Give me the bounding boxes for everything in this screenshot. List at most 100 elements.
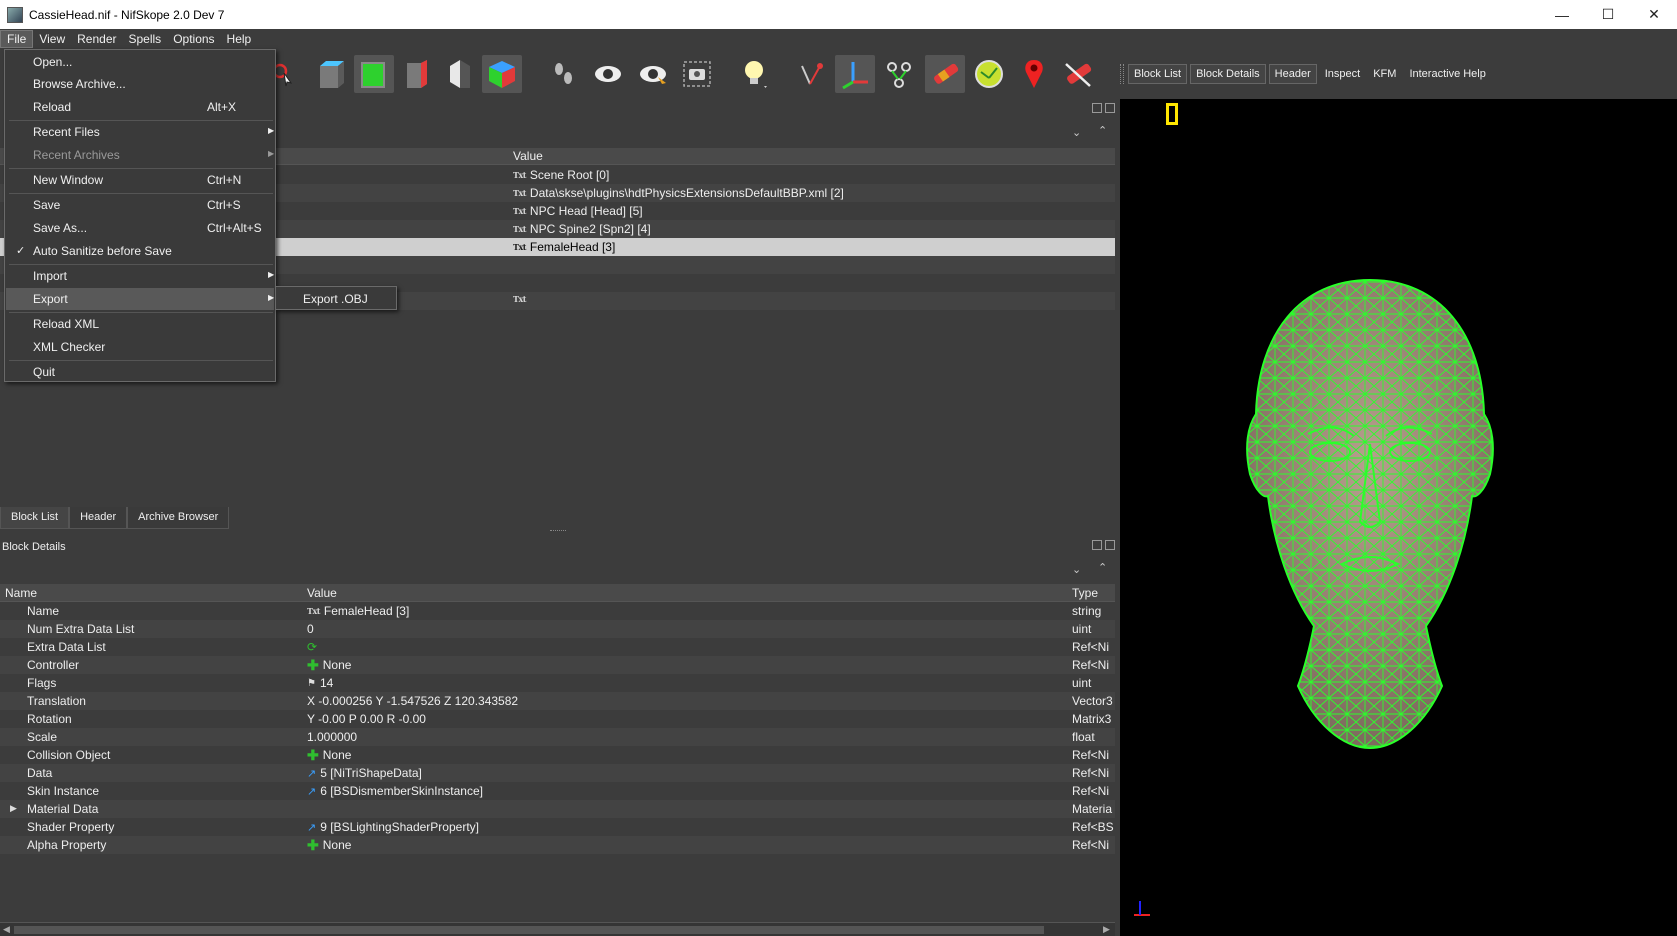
row-value[interactable]: 14 xyxy=(320,676,333,690)
dock-splitter[interactable] xyxy=(550,530,566,532)
add-link-icon[interactable]: ✚ xyxy=(307,658,319,672)
menu-item-auto-sanitize[interactable]: ✓ Auto Sanitize before Save xyxy=(6,240,274,262)
scroll-left-icon[interactable]: ◀ xyxy=(3,924,10,935)
render-viewport[interactable] xyxy=(1120,99,1677,936)
row-value[interactable]: 0 xyxy=(307,622,314,636)
row-value[interactable]: None xyxy=(323,748,352,762)
hide-collision-icon[interactable] xyxy=(1058,55,1098,93)
walk-footsteps-icon[interactable] xyxy=(544,55,584,93)
name-column-header[interactable]: Name xyxy=(5,586,37,600)
table-row[interactable]: Extra Data List ⟳ Ref<Ni xyxy=(0,638,1115,656)
lighting-bulb-icon[interactable] xyxy=(735,55,775,93)
tab-block-list[interactable]: Block List xyxy=(0,507,70,529)
link-ref-icon[interactable]: ↗ xyxy=(307,767,316,780)
table-row[interactable]: Collision Object ✚ None Ref<Ni xyxy=(0,746,1115,764)
tab-archive-browser[interactable]: Archive Browser xyxy=(127,507,230,529)
row-value[interactable]: FemaleHead [3] xyxy=(324,604,409,618)
expand-row-icon[interactable]: ▶ xyxy=(10,803,17,814)
toggle-block-details[interactable]: Block Details xyxy=(1190,64,1266,84)
screenshot-camera-icon[interactable] xyxy=(677,55,717,93)
nodes-icon[interactable] xyxy=(879,55,919,93)
view-top-icon[interactable] xyxy=(312,55,352,93)
menu-view[interactable]: View xyxy=(33,30,71,48)
table-row[interactable]: Num Extra Data List 0 uint xyxy=(0,620,1115,638)
menu-item-export[interactable]: Export ▶ xyxy=(6,288,274,310)
add-link-icon[interactable]: ✚ xyxy=(307,838,319,852)
hide-eye-icon[interactable] xyxy=(633,55,673,93)
menu-item-reload-xml[interactable]: Reload XML xyxy=(6,313,274,335)
menu-item-quit[interactable]: Quit xyxy=(6,361,274,383)
maximize-button[interactable]: ☐ xyxy=(1585,0,1631,29)
table-row[interactable]: Shader Property ↗ 9 [BSLightingShaderProp… xyxy=(0,818,1115,836)
menu-item-save[interactable]: Save Ctrl+S xyxy=(6,194,274,216)
menu-file[interactable]: File xyxy=(0,30,34,48)
expand-all-icon[interactable]: ⌃ xyxy=(1098,124,1107,137)
table-row[interactable]: Alpha Property ✚ None Ref<Ni xyxy=(0,836,1115,854)
menu-item-recent-files[interactable]: Recent Files ▶ xyxy=(6,121,274,143)
axes-icon[interactable] xyxy=(835,55,875,93)
collision-stick-icon[interactable] xyxy=(925,55,965,93)
row-value[interactable]: None xyxy=(323,838,352,852)
table-row[interactable]: Controller ✚ None Ref<Ni xyxy=(0,656,1115,674)
menu-item-open[interactable]: Open... xyxy=(6,51,274,73)
menu-help[interactable]: Help xyxy=(221,30,258,48)
menu-item-import[interactable]: Import ▶ xyxy=(6,265,274,287)
row-value[interactable]: 6 [BSDismemberSkinInstance] xyxy=(320,784,483,798)
close-dock-icon[interactable] xyxy=(1105,103,1115,113)
toggle-block-list[interactable]: Block List xyxy=(1128,64,1188,84)
toolbar-grip[interactable] xyxy=(1120,64,1124,84)
float-dock-icon[interactable] xyxy=(1092,103,1102,113)
table-row[interactable]: Flags ⚑ 14 uint xyxy=(0,674,1115,692)
menu-render[interactable]: Render xyxy=(71,30,122,48)
value-column-header[interactable]: Value xyxy=(307,586,337,600)
row-value[interactable]: None xyxy=(323,658,352,672)
expand-all-icon[interactable]: ⌃ xyxy=(1098,561,1107,574)
row-value[interactable]: X -0.000256 Y -1.547526 Z 120.343582 xyxy=(307,694,518,708)
float-dock-icon[interactable] xyxy=(1092,540,1102,550)
close-button[interactable]: ✕ xyxy=(1631,0,1677,29)
table-row[interactable]: Rotation Y -0.00 P 0.00 R -0.00 Matrix3 xyxy=(0,710,1115,728)
show-eye-icon[interactable] xyxy=(588,55,628,93)
scrollbar-thumb[interactable] xyxy=(14,926,1044,934)
menu-spells[interactable]: Spells xyxy=(123,30,168,48)
type-column-header[interactable]: Type xyxy=(1072,586,1098,600)
view-walk-cube-icon[interactable] xyxy=(482,55,522,93)
view-front-icon[interactable] xyxy=(354,55,394,93)
table-row[interactable]: ▶ Material Data Materia xyxy=(0,800,1115,818)
toggle-header[interactable]: Header xyxy=(1268,64,1317,84)
constraint-disc-icon[interactable] xyxy=(969,55,1009,93)
close-dock-icon[interactable] xyxy=(1105,540,1115,550)
table-row[interactable]: Name Txt FemaleHead [3] string xyxy=(0,602,1115,620)
table-row[interactable]: Scale 1.000000 float xyxy=(0,728,1115,746)
toggle-interactive-help[interactable]: Interactive Help xyxy=(1404,65,1490,83)
link-ref-icon[interactable]: ↗ xyxy=(307,821,316,834)
menu-item-save-as[interactable]: Save As... Ctrl+Alt+S xyxy=(6,217,274,239)
menu-item-xml-checker[interactable]: XML Checker xyxy=(6,336,274,358)
vertex-pin-icon[interactable] xyxy=(790,55,830,93)
link-ref-icon[interactable]: ↗ xyxy=(307,785,316,798)
collapse-all-icon[interactable]: ⌄ xyxy=(1072,563,1081,576)
array-update-icon[interactable]: ⟳ xyxy=(307,640,317,654)
row-value[interactable]: 9 [BSLightingShaderProperty] xyxy=(320,820,479,834)
view-user-icon[interactable] xyxy=(440,55,480,93)
row-value[interactable]: 5 [NiTriShapeData] xyxy=(320,766,422,780)
table-row[interactable]: Translation X -0.000256 Y -1.547526 Z 12… xyxy=(0,692,1115,710)
row-value[interactable]: 1.000000 xyxy=(307,730,357,744)
view-side-icon[interactable] xyxy=(397,55,437,93)
row-value[interactable]: Y -0.00 P 0.00 R -0.00 xyxy=(307,712,426,726)
menu-item-new-window[interactable]: New Window Ctrl+N xyxy=(6,169,274,191)
flag-icon[interactable]: ⚑ xyxy=(307,678,316,689)
value-column-header[interactable]: Value xyxy=(513,149,543,163)
collapse-all-icon[interactable]: ⌄ xyxy=(1072,126,1081,139)
menu-item-reload[interactable]: Reload Alt+X xyxy=(6,96,274,118)
menu-item-export-obj[interactable]: Export .OBJ xyxy=(303,292,368,306)
scroll-right-icon[interactable]: ▶ xyxy=(1103,924,1110,935)
menu-options[interactable]: Options xyxy=(167,30,220,48)
marker-pin-icon[interactable] xyxy=(1014,55,1054,93)
toggle-kfm[interactable]: KFM xyxy=(1368,65,1401,83)
menu-item-browse-archive[interactable]: Browse Archive... xyxy=(6,73,274,95)
add-link-icon[interactable]: ✚ xyxy=(307,748,319,762)
tab-header[interactable]: Header xyxy=(69,507,128,529)
table-row[interactable]: Data ↗ 5 [NiTriShapeData] Ref<Ni xyxy=(0,764,1115,782)
toggle-inspect[interactable]: Inspect xyxy=(1320,65,1365,83)
